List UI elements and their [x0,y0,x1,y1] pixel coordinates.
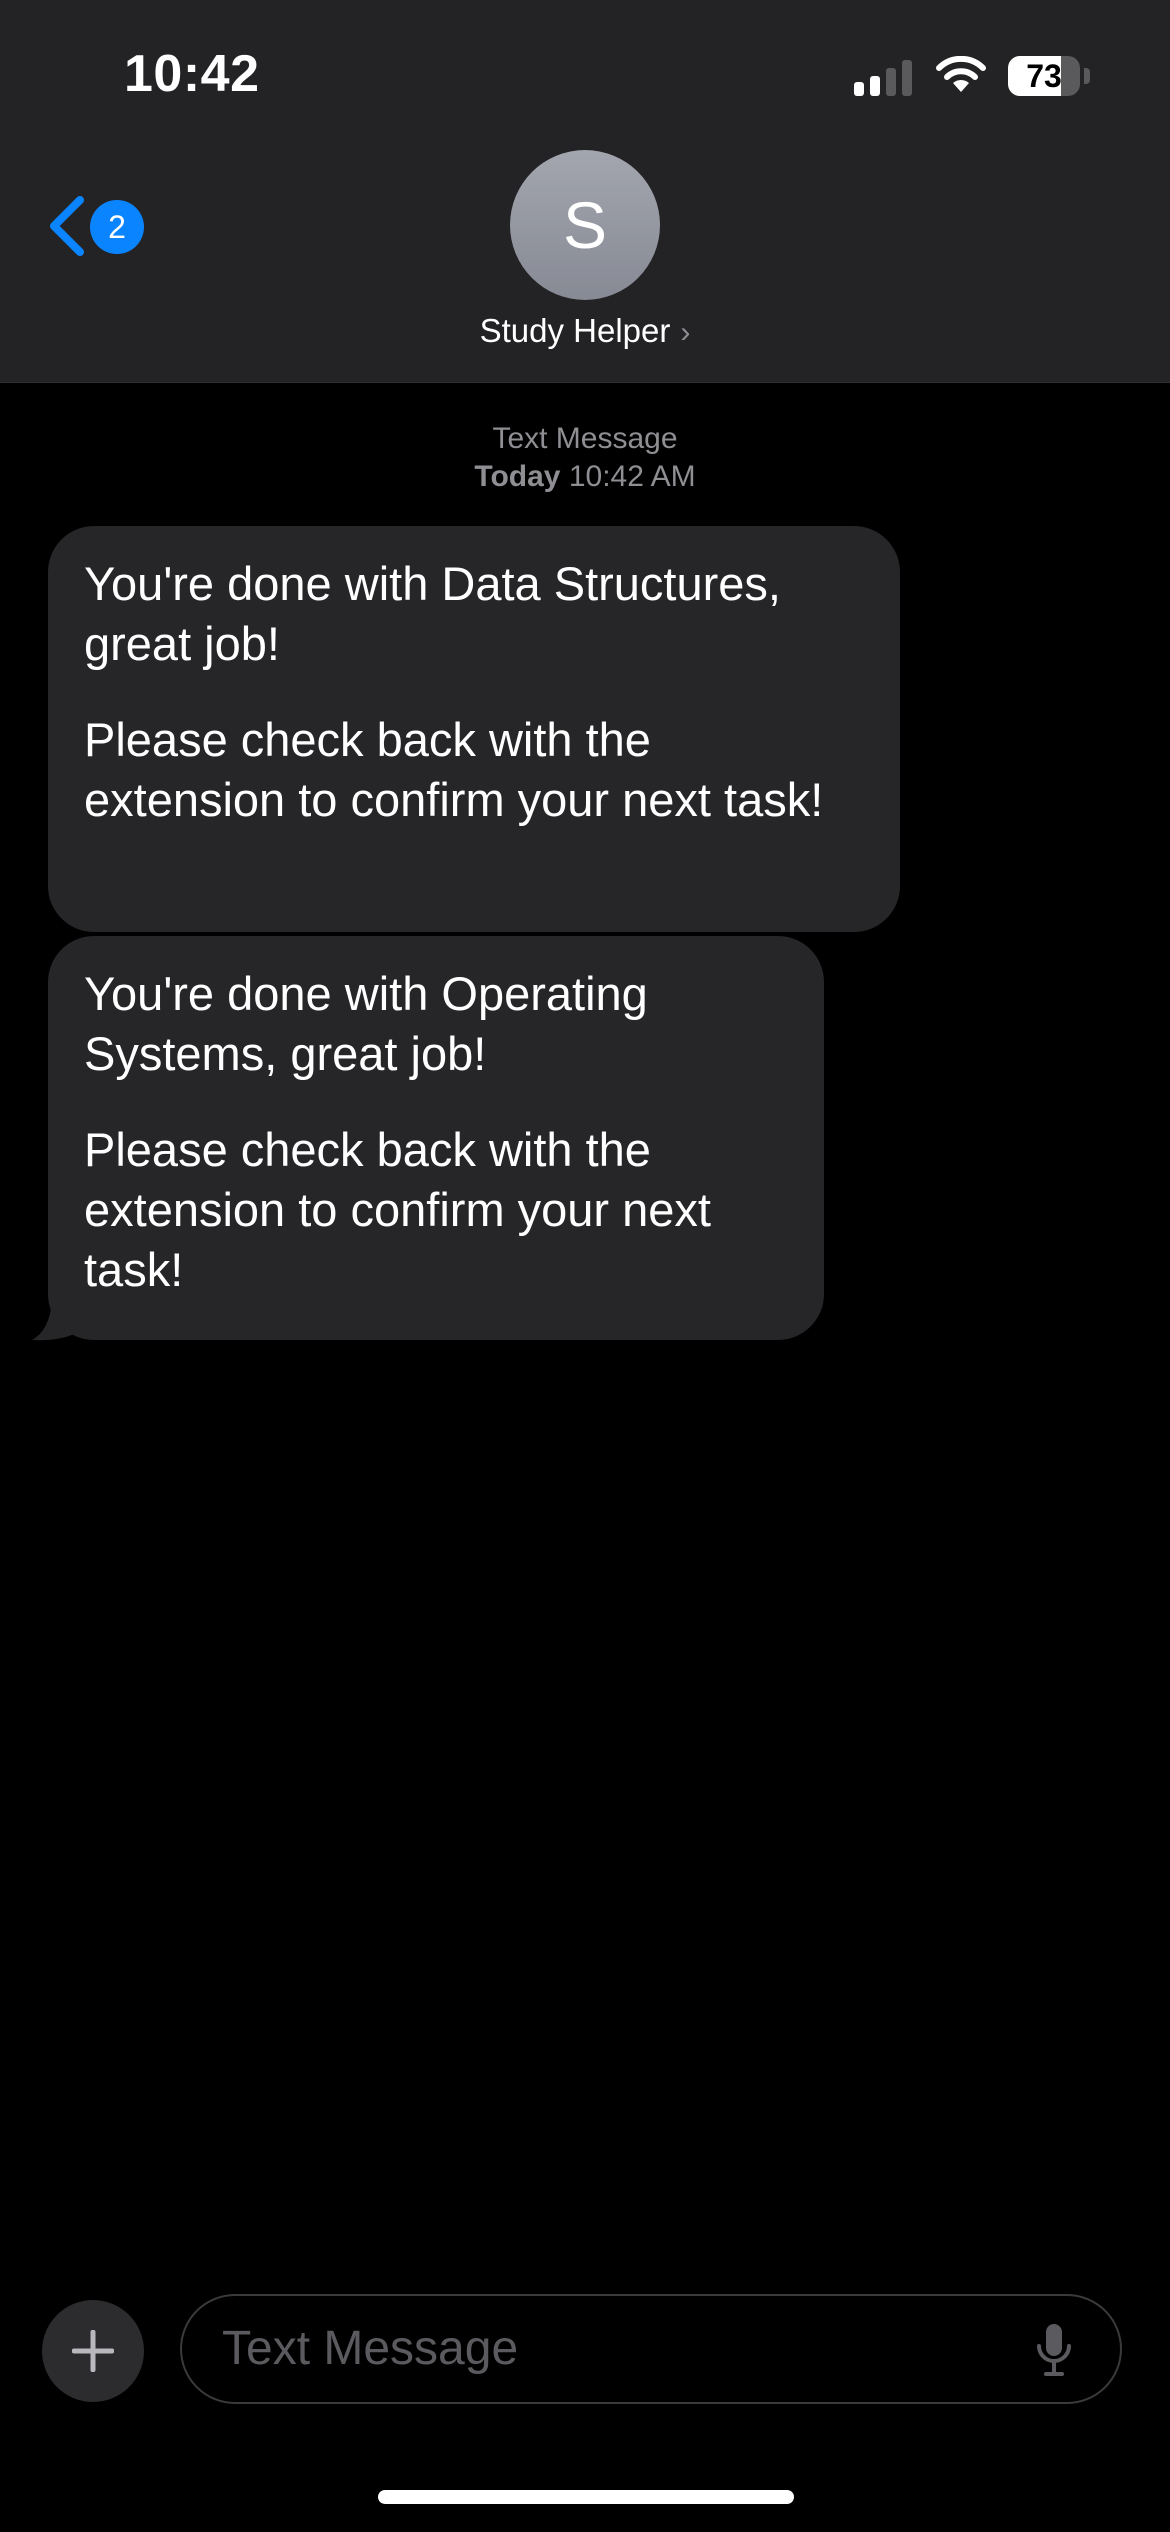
wifi-icon [936,56,986,92]
add-attachment-button[interactable] [42,2300,144,2402]
bubble-tail [32,1290,88,1341]
home-indicator[interactable] [378,2490,794,2504]
contact-name: Study Helper [479,312,671,349]
message-timestamp: Today 10:42 AM [0,460,1170,494]
back-button[interactable]: 2 [44,188,154,264]
message-bubble[interactable]: You're done with Operating Systems, grea… [48,936,824,1340]
timestamp-day: Today [474,460,561,493]
signal-bar [902,60,912,96]
service-label: Text Message [492,422,678,455]
message-input[interactable]: Text Message [180,2294,1122,2404]
battery-cap [1084,68,1090,84]
message-text: Please check back with the extension to … [84,1123,711,1296]
unread-count-badge: 2 [90,200,144,254]
signal-bar [870,76,880,96]
timestamp-time: 10:42 AM [568,460,696,493]
contact-avatar[interactable]: S [510,150,660,300]
battery-icon: 73 [1008,56,1080,96]
status-time: 10:42 [124,45,260,103]
plus-icon [72,2330,114,2372]
microphone-icon[interactable] [1034,2322,1074,2378]
conversation-header: 10:42 73 2 S Study Helper › [0,0,1170,383]
chevron-right-icon: › [680,316,691,349]
message-text: You're done with Data Structures, great … [84,557,781,670]
signal-bar [854,82,864,96]
message-text: Please check back with the extension to … [84,713,824,826]
message-input-placeholder: Text Message [222,2322,519,2375]
message-text: You're done with Operating Systems, grea… [84,967,648,1080]
cellular-signal-icon [854,60,914,96]
message-bubble[interactable]: You're done with Data Structures, great … [48,526,900,932]
chevron-left-icon [50,196,84,256]
contact-name-button[interactable]: Study Helper › [0,312,1170,350]
battery-percent: 73 [1026,58,1062,94]
signal-bar [886,68,896,96]
